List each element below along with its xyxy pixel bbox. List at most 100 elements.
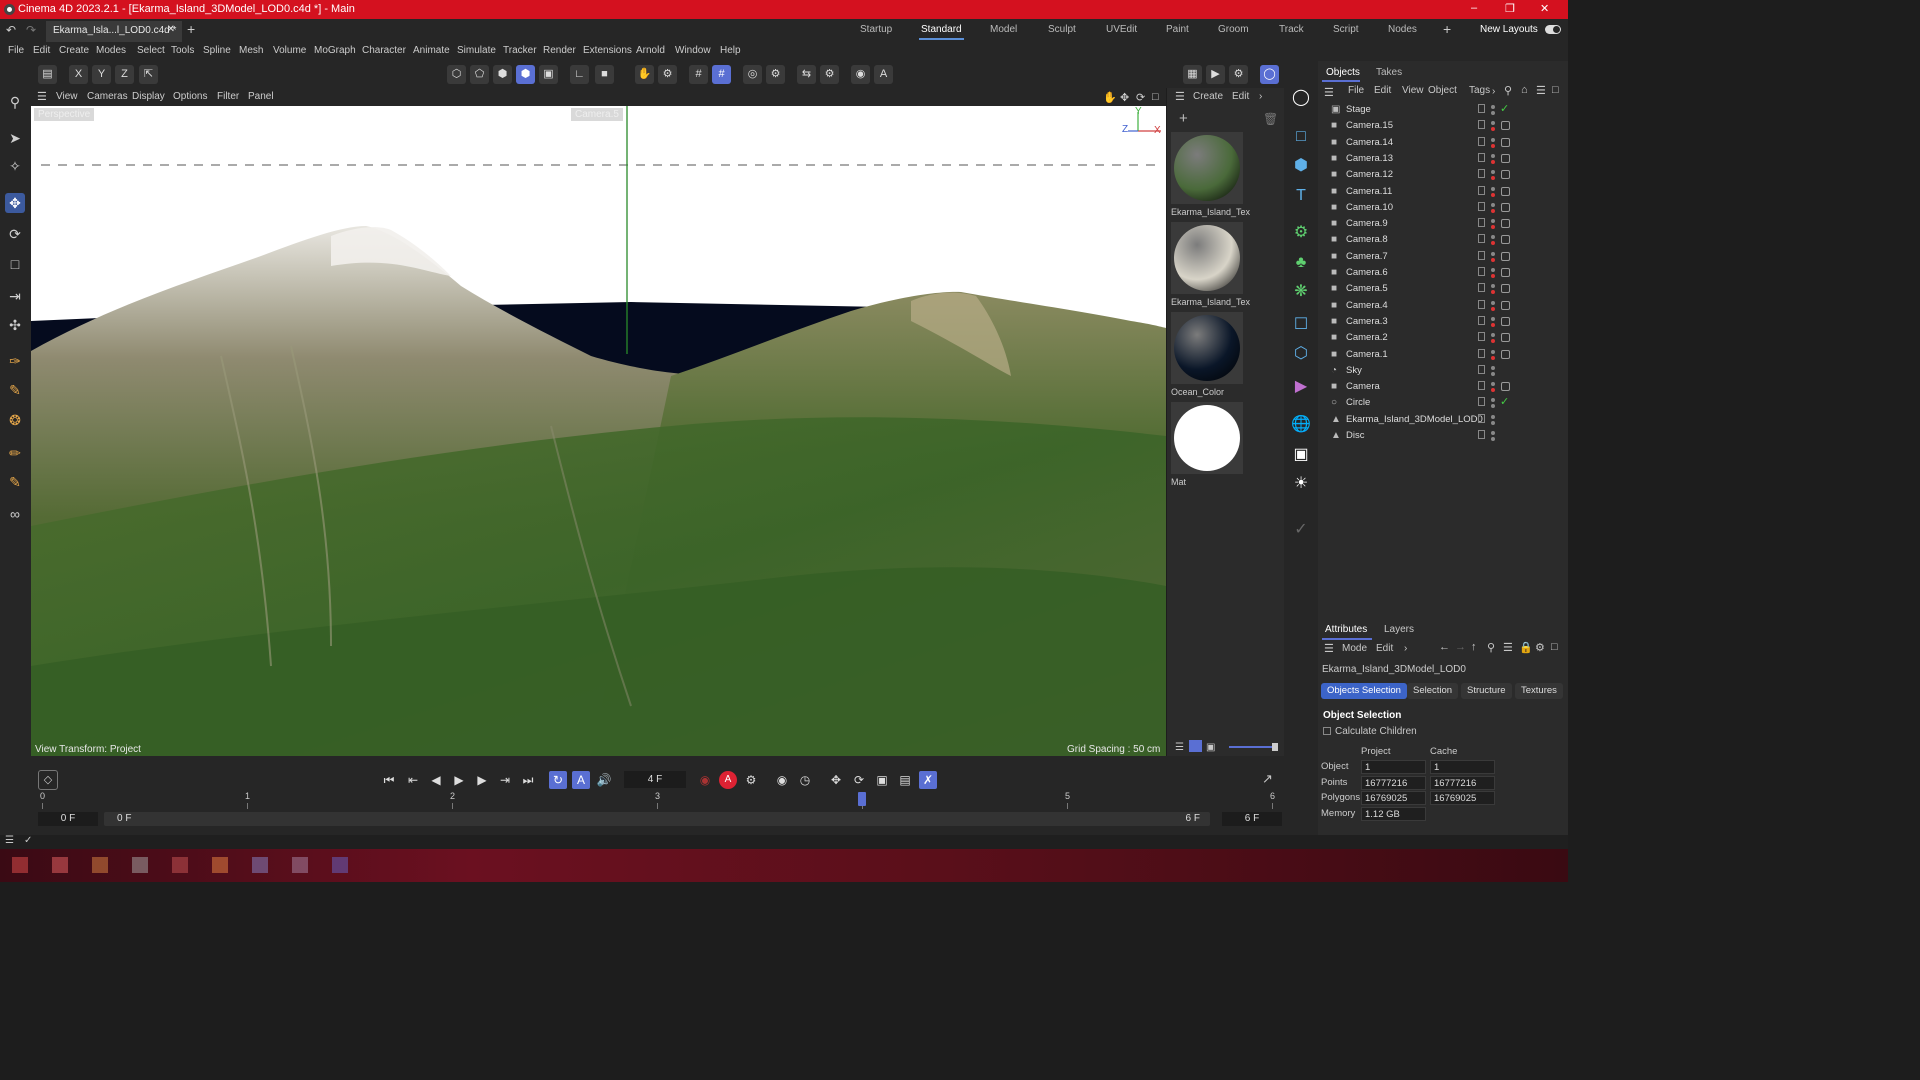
playback-mode-icon[interactable]: A [572, 771, 590, 789]
menu-modes[interactable]: Modes [96, 45, 126, 56]
menu-help[interactable]: Help [720, 45, 741, 56]
spline-smooth-icon[interactable]: ∞ [5, 504, 25, 524]
object-row[interactable]: ▲ Disc [1318, 428, 1568, 444]
tab-attributes[interactable]: Attributes [1325, 624, 1367, 635]
keyframe-icon[interactable]: ◇ [38, 770, 58, 790]
new-layouts-toggle[interactable] [1545, 25, 1561, 34]
protection-tag-icon[interactable] [1501, 284, 1510, 294]
spline-arc-icon[interactable]: ❂ [5, 410, 25, 430]
selection-tool-icon[interactable]: ➤ [5, 128, 25, 148]
delete-material-icon[interactable]: 🗑 [1263, 112, 1278, 126]
layout-tab-uvedit[interactable]: UVEdit [1106, 24, 1137, 35]
editor-visibility-dot[interactable] [1491, 398, 1495, 403]
grid-view-icon[interactable] [1189, 740, 1202, 752]
layer-swatch[interactable] [1478, 185, 1485, 195]
objects-menu-tags[interactable]: Tags [1469, 85, 1490, 96]
material-name[interactable]: Ekarma_Island_Tex [1171, 207, 1250, 217]
home-icon[interactable]: ⌂ [1521, 84, 1528, 96]
layer-swatch[interactable] [1478, 169, 1485, 179]
forward-arrow-icon[interactable]: → [1455, 641, 1466, 653]
subtab-textures[interactable]: Textures [1515, 683, 1563, 699]
start-frame-field[interactable]: 0 F [38, 812, 98, 826]
render-visibility-dot[interactable] [1491, 192, 1495, 197]
objects-menu-file[interactable]: File [1348, 85, 1364, 96]
new-material-icon[interactable]: + [1179, 110, 1188, 127]
taskbar-app-icon[interactable] [332, 857, 348, 873]
minimize-icon[interactable]: – [1471, 2, 1477, 14]
material-thumbnail[interactable] [1171, 312, 1243, 384]
camera-create-icon[interactable]: ◯ [1290, 87, 1312, 109]
autokey-record-icon[interactable]: A [719, 771, 737, 789]
viewport-menu-view[interactable]: View [56, 91, 78, 102]
key-pla-icon[interactable]: ✗ [919, 771, 937, 789]
current-frame-field[interactable]: 4 F [624, 771, 686, 788]
editor-visibility-dot[interactable] [1491, 349, 1495, 354]
editor-visibility-dot[interactable] [1491, 121, 1495, 126]
menu-character[interactable]: Character [362, 45, 406, 56]
render-visibility-dot[interactable] [1491, 322, 1495, 327]
viewport-menu-panel[interactable]: Panel [248, 91, 274, 102]
protection-tag-icon[interactable] [1501, 333, 1510, 343]
model-mode-icon[interactable]: ▤ [38, 65, 57, 84]
protection-tag-icon[interactable] [1501, 300, 1510, 310]
protection-tag-icon[interactable] [1501, 235, 1510, 245]
render-visibility-dot[interactable] [1491, 257, 1495, 262]
symmetry-icon[interactable]: ⇆ [797, 65, 816, 84]
object-row[interactable]: ■ Camera.1 [1318, 347, 1568, 363]
attributes-menu-mode[interactable]: Mode [1342, 643, 1367, 654]
layer-swatch[interactable] [1478, 430, 1485, 439]
layer-swatch[interactable] [1478, 201, 1485, 211]
taskbar-app-icon[interactable] [52, 857, 68, 873]
objects-search-icon[interactable]: ⚲ [1504, 84, 1512, 97]
layer-swatch[interactable] [1478, 234, 1485, 244]
protection-tag-icon[interactable] [1501, 153, 1510, 163]
editor-visibility-dot[interactable] [1491, 431, 1495, 435]
layout-tab-startup[interactable]: Startup [860, 24, 892, 35]
viewport-camera-label[interactable]: Perspective [34, 108, 95, 121]
key-settings-icon[interactable]: ⚙ [742, 771, 760, 789]
protection-tag-icon[interactable] [1501, 349, 1510, 359]
render-visibility-dot[interactable] [1491, 371, 1495, 376]
editor-visibility-dot[interactable] [1491, 414, 1495, 419]
editor-visibility-dot[interactable] [1491, 382, 1495, 387]
viewport-menu-filter[interactable]: Filter [217, 91, 239, 102]
protection-tag-icon[interactable] [1501, 316, 1510, 326]
material-menu-icon[interactable]: ☰ [1175, 90, 1185, 103]
timeline-graph-icon[interactable]: ↗ [1262, 771, 1273, 787]
menu-window[interactable]: Window [675, 45, 711, 56]
default-camera-label[interactable]: Camera.5 [571, 108, 623, 121]
move-tool-icon[interactable]: ✥ [5, 193, 25, 213]
thumbnail-size-slider[interactable] [1229, 743, 1278, 751]
material-name[interactable]: Ocean_Color [1171, 387, 1224, 397]
knife-tool-icon[interactable]: ✎ [5, 472, 25, 492]
undo-icon[interactable]: ↶ [6, 23, 16, 37]
menu-volume[interactable]: Volume [273, 45, 306, 56]
z-axis-button[interactable]: Z [115, 65, 134, 84]
effector-icon[interactable]: ❋ [1290, 281, 1312, 303]
menu-edit[interactable]: Edit [33, 45, 50, 56]
material-thumbnail[interactable] [1171, 132, 1243, 204]
key-position-icon[interactable]: ✥ [827, 771, 845, 789]
editor-visibility-dot[interactable] [1491, 186, 1495, 191]
material-name[interactable]: Mat [1171, 477, 1186, 487]
search-icon[interactable]: ⚲ [5, 92, 25, 112]
editor-visibility-dot[interactable] [1491, 202, 1495, 207]
menu-file[interactable]: File [8, 45, 24, 56]
layer-swatch[interactable] [1478, 152, 1485, 162]
disabled-tool-icon[interactable]: ✓ [1290, 519, 1312, 541]
taskbar-app-icon[interactable] [252, 857, 268, 873]
text-tool-icon[interactable]: T [1290, 185, 1312, 207]
render-view-icon[interactable]: ▦ [1183, 65, 1202, 84]
menu-tracker[interactable]: Tracker [503, 45, 537, 56]
go-to-end-icon[interactable]: ⏭ [519, 771, 537, 789]
render-picture-viewer-icon[interactable]: ▶ [1206, 65, 1225, 84]
next-key-icon[interactable]: ⇥ [496, 771, 514, 789]
live-selection-icon[interactable]: ✧ [5, 156, 25, 176]
protection-tag-icon[interactable] [1501, 202, 1510, 212]
protection-tag-icon[interactable] [1501, 382, 1510, 392]
lock-icon[interactable]: ◉ [851, 65, 870, 84]
transfer-tool-icon[interactable]: ⇥ [5, 286, 25, 306]
placement-tool-icon[interactable]: ✣ [5, 315, 25, 335]
layer-swatch[interactable] [1478, 397, 1485, 407]
taskbar-app-icon[interactable] [12, 857, 28, 873]
